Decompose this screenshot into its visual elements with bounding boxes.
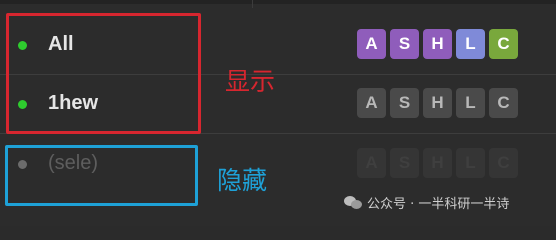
flag-h-button[interactable]: H (423, 29, 452, 59)
flag-l-button[interactable]: L (456, 148, 485, 178)
shown-highlight-box (6, 13, 201, 134)
flag-h-button[interactable]: H (423, 148, 452, 178)
watermark-text: 公众号 · 一半科研一半诗 (367, 197, 510, 212)
flag-s-button[interactable]: S (390, 148, 419, 178)
flag-l-button[interactable]: L (456, 29, 485, 59)
watermark: 公众号 · 一半科研一半诗 (344, 193, 509, 212)
flag-c-button[interactable]: C (489, 88, 518, 118)
panel-top-edge (0, 0, 556, 4)
hidden-highlight-box (5, 145, 198, 206)
layer-panel: All A S H L C 1hew A S H L C (sele) A S … (0, 0, 556, 226)
flag-s-button[interactable]: S (390, 29, 419, 59)
flag-button-group: A S H L C (357, 29, 518, 59)
column-divider (252, 0, 253, 8)
flag-a-button[interactable]: A (357, 148, 386, 178)
flag-button-group: A S H L C (357, 148, 518, 178)
hidden-annotation: 隐藏 (217, 166, 268, 195)
flag-a-button[interactable]: A (357, 88, 386, 118)
flag-h-button[interactable]: H (423, 88, 452, 118)
flag-c-button[interactable]: C (489, 29, 518, 59)
flag-s-button[interactable]: S (390, 88, 419, 118)
flag-l-button[interactable]: L (456, 88, 485, 118)
shown-annotation: 显示 (225, 67, 276, 96)
flag-c-button[interactable]: C (489, 148, 518, 178)
flag-button-group: A S H L C (357, 88, 518, 118)
flag-a-button[interactable]: A (357, 29, 386, 59)
wechat-icon (344, 195, 362, 210)
